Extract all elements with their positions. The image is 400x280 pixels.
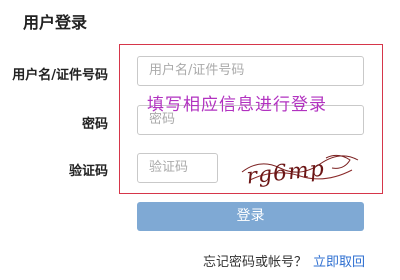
- forgot-account-text: 忘记密码或帐号？: [203, 255, 308, 270]
- svg-text:rg6mp: rg6mp: [245, 156, 326, 189]
- captcha-label: 验证码: [68, 164, 108, 179]
- login-button[interactable]: 登录: [137, 202, 364, 231]
- footer: 忘记密码或帐号？ 立即取回: [203, 251, 365, 270]
- retrieve-link[interactable]: 立即取回: [313, 255, 365, 270]
- captcha-image[interactable]: rg6mp: [240, 148, 360, 190]
- captcha-input[interactable]: 验证码: [137, 153, 218, 183]
- username-input[interactable]: 用户名/证件号码: [137, 56, 364, 86]
- annotation-text: 填写相应信息进行登录: [147, 95, 327, 115]
- username-label: 用户名/证件号码: [12, 68, 108, 83]
- login-page: 用户登录 用户名/证件号码 用户名/证件号码 密码 密码 验证码 验证码 rg6…: [0, 0, 400, 280]
- password-label: 密码: [81, 117, 108, 132]
- page-title: 用户登录: [23, 13, 88, 32]
